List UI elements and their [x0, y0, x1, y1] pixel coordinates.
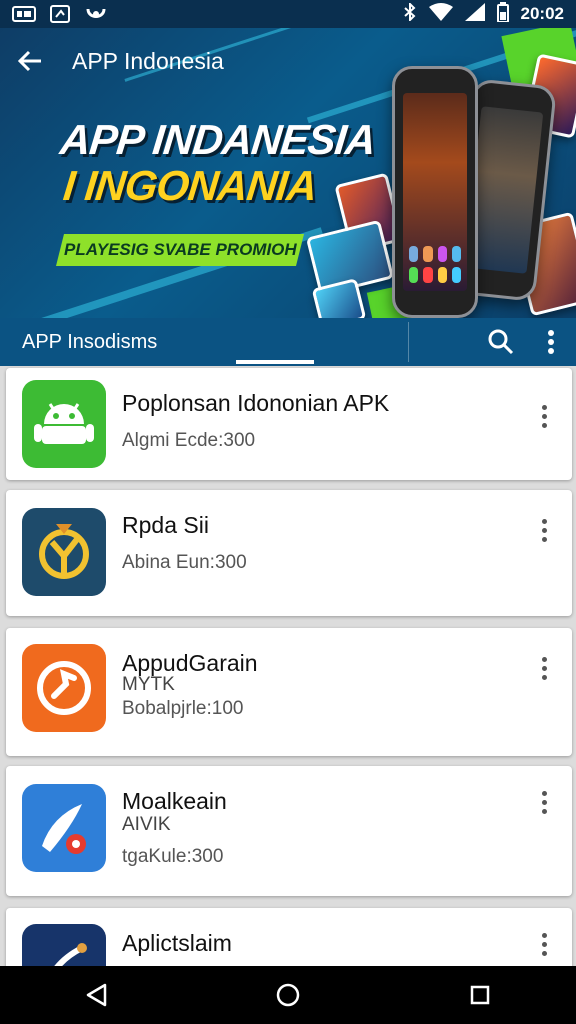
nav-recents-button[interactable]: [450, 970, 510, 1020]
clock: 20:02: [520, 4, 564, 23]
item-more-button[interactable]: [532, 510, 556, 550]
item-more-button[interactable]: [532, 782, 556, 822]
nav-home-icon: [276, 983, 300, 1007]
screenshot-icon: [48, 5, 72, 23]
signal-icon: [464, 2, 485, 26]
headline-line2: I INGONANIA: [61, 162, 319, 209]
battery-icon: [496, 1, 509, 27]
headline-line1: APP INDANESIA: [58, 116, 378, 163]
notification-icon: [84, 5, 108, 23]
app-meta: tgaKule:300: [122, 846, 224, 867]
arrow-left-icon: [17, 50, 41, 72]
app-developer: MYTK: [122, 674, 175, 695]
refresh-logo-icon: [22, 644, 106, 732]
status-right-icons: 20:02: [403, 1, 564, 27]
hero-banner: APP Indonesia APP INDANESIA I INGONANIA …: [0, 28, 576, 318]
nav-back-icon: [86, 983, 107, 1007]
rocket-logo-icon: [22, 784, 106, 872]
app-name: AppudGarain: [122, 650, 258, 676]
more-vertical-icon: [548, 330, 554, 354]
app-name: Rpda Sii: [122, 512, 209, 538]
nav-back-button[interactable]: [66, 970, 126, 1020]
gallery-icon: [12, 5, 36, 23]
app-name: Poplonsan Idononian APK: [122, 390, 390, 416]
overflow-menu-button[interactable]: [526, 318, 576, 366]
app-developer: AIVIK: [122, 814, 171, 835]
list-item[interactable]: AppudGarain MYTK Bobalpjrle:100: [6, 628, 572, 756]
tab-indicator: [236, 360, 314, 364]
list-item[interactable]: Poplonsan Idononian APK Algmi Ecde:300: [6, 368, 572, 480]
app-meta: Bobalpjrle:100: [122, 698, 244, 719]
system-nav-bar: [0, 966, 576, 1024]
search-button[interactable]: [476, 318, 526, 366]
item-more-button[interactable]: [532, 396, 556, 436]
back-button[interactable]: [0, 31, 60, 91]
android-icon: [22, 380, 106, 468]
toolbar-divider: [408, 322, 409, 362]
status-bar: 20:02: [0, 0, 576, 28]
nav-home-button[interactable]: [258, 970, 318, 1020]
banner-headline: APP INDANESIA I INGONANIA: [53, 116, 377, 210]
bluetooth-icon: [403, 1, 417, 26]
app-list: Poplonsan Idononian APK Algmi Ecde:300 R…: [0, 366, 576, 966]
list-item[interactable]: Aplictslaim: [6, 908, 572, 966]
status-left-icons: [12, 5, 108, 23]
list-item[interactable]: Moalkeain AIVIK tgaKule:300: [6, 766, 572, 896]
phone-mockup-front: [392, 66, 478, 318]
item-more-button[interactable]: [532, 924, 556, 964]
item-more-button[interactable]: [532, 648, 556, 688]
target-logo-icon: [22, 508, 106, 596]
wifi-icon: [428, 2, 453, 26]
nav-recents-icon: [470, 985, 490, 1005]
search-icon: [488, 329, 514, 355]
app-logo-icon: [22, 924, 106, 966]
app-name: Aplictslaim: [122, 930, 232, 956]
app-name: Moalkeain: [122, 788, 227, 814]
app-meta: Algmi Ecde:300: [122, 430, 256, 451]
list-item[interactable]: Rpda Sii Abina Eun:300: [6, 490, 572, 616]
page-title: APP Indonesia: [72, 47, 224, 74]
app-meta: Abina Eun:300: [122, 552, 247, 573]
tagline-text: PLAYESIG SVABE PROMIOH: [63, 240, 297, 259]
banner-tagline: PLAYESIG SVABE PROMIOH: [56, 234, 304, 266]
section-toolbar: APP Insodisms: [0, 318, 576, 366]
